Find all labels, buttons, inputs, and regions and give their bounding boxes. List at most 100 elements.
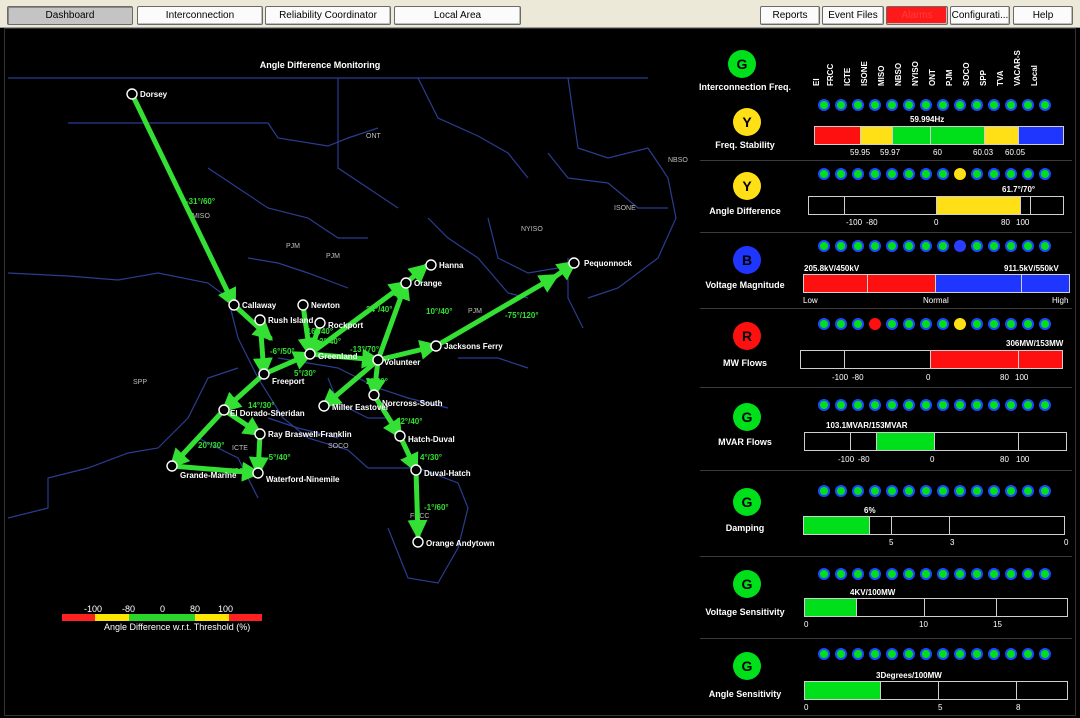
region-status-dot-icte[interactable] xyxy=(852,568,864,580)
region-status-dot-isone[interactable] xyxy=(869,648,881,660)
interconnection-status-indicator[interactable]: G xyxy=(728,50,756,78)
region-status-dot-isone[interactable] xyxy=(869,168,881,180)
region-status-dot-soco[interactable] xyxy=(971,318,983,330)
region-status-dot-miso[interactable] xyxy=(886,99,898,111)
region-status-dot-ei[interactable] xyxy=(818,568,830,580)
region-status-dot-vacar-s[interactable] xyxy=(1022,99,1034,111)
freq-stability-status-indicator[interactable]: Y xyxy=(733,108,761,136)
region-status-dot-icte[interactable] xyxy=(852,240,864,252)
region-status-dot-soco[interactable] xyxy=(971,399,983,411)
damping-region-dots[interactable] xyxy=(818,485,1051,497)
region-status-dot-frcc[interactable] xyxy=(835,568,847,580)
region-status-dot-ont[interactable] xyxy=(937,399,949,411)
region-status-dot-ei[interactable] xyxy=(818,168,830,180)
angle-difference-status-indicator[interactable]: Y xyxy=(733,172,761,200)
region-status-dot-miso[interactable] xyxy=(886,318,898,330)
region-status-dot-tva[interactable] xyxy=(1005,168,1017,180)
region-status-dot-ont[interactable] xyxy=(937,485,949,497)
region-status-dot-local[interactable] xyxy=(1039,568,1051,580)
angle-difference-map[interactable]: ONT MISO PJM PJM NYISO ISONE NBSO PJM SP… xyxy=(8,58,694,708)
region-status-dot-pjm[interactable] xyxy=(954,648,966,660)
angle-difference-region-dots[interactable] xyxy=(818,168,1051,180)
voltage-magnitude-status-indicator[interactable]: B xyxy=(733,246,761,274)
region-status-dot-ont[interactable] xyxy=(937,240,949,252)
region-status-dot-spp[interactable] xyxy=(988,568,1000,580)
region-status-dot-local[interactable] xyxy=(1039,399,1051,411)
help-button[interactable]: Help xyxy=(1013,6,1073,25)
region-status-dot-ei[interactable] xyxy=(818,318,830,330)
region-status-dot-spp[interactable] xyxy=(988,648,1000,660)
region-status-dot-icte[interactable] xyxy=(852,318,864,330)
region-status-dot-ei[interactable] xyxy=(818,648,830,660)
region-status-dot-nyiso[interactable] xyxy=(920,168,932,180)
voltage-sensitivity-region-dots[interactable] xyxy=(818,568,1051,580)
region-status-dot-pjm[interactable] xyxy=(954,485,966,497)
region-status-dot-vacar-s[interactable] xyxy=(1022,168,1034,180)
region-status-dot-spp[interactable] xyxy=(988,240,1000,252)
region-status-dot-miso[interactable] xyxy=(886,568,898,580)
region-status-dot-icte[interactable] xyxy=(852,99,864,111)
mw-flows-region-dots[interactable] xyxy=(818,318,1051,330)
region-status-dot-pjm[interactable] xyxy=(954,240,966,252)
event-files-button[interactable]: Event Files xyxy=(822,6,884,25)
region-status-dot-ont[interactable] xyxy=(937,648,949,660)
region-status-dot-local[interactable] xyxy=(1039,168,1051,180)
region-status-dot-nyiso[interactable] xyxy=(920,399,932,411)
region-status-dot-icte[interactable] xyxy=(852,648,864,660)
region-status-dot-spp[interactable] xyxy=(988,399,1000,411)
voltage-magnitude-region-dots[interactable] xyxy=(818,240,1051,252)
region-status-dot-ei[interactable] xyxy=(818,99,830,111)
region-status-dot-icte[interactable] xyxy=(852,485,864,497)
region-status-dot-pjm[interactable] xyxy=(954,318,966,330)
region-status-dot-soco[interactable] xyxy=(971,168,983,180)
region-status-dot-nbso[interactable] xyxy=(903,168,915,180)
region-status-dot-frcc[interactable] xyxy=(835,399,847,411)
region-status-dot-nyiso[interactable] xyxy=(920,648,932,660)
region-status-dot-spp[interactable] xyxy=(988,99,1000,111)
region-status-dot-ei[interactable] xyxy=(818,399,830,411)
region-status-dot-nbso[interactable] xyxy=(903,318,915,330)
region-status-dot-ont[interactable] xyxy=(937,568,949,580)
region-status-dot-nbso[interactable] xyxy=(903,648,915,660)
region-status-dot-frcc[interactable] xyxy=(835,318,847,330)
region-status-dot-tva[interactable] xyxy=(1005,99,1017,111)
region-status-dot-vacar-s[interactable] xyxy=(1022,399,1034,411)
region-status-dot-miso[interactable] xyxy=(886,168,898,180)
region-status-dot-spp[interactable] xyxy=(988,485,1000,497)
angle-sensitivity-region-dots[interactable] xyxy=(818,648,1051,660)
region-status-dot-vacar-s[interactable] xyxy=(1022,240,1034,252)
region-status-dot-frcc[interactable] xyxy=(835,648,847,660)
freq-stability-region-dots[interactable] xyxy=(818,99,1051,111)
region-status-dot-ont[interactable] xyxy=(937,99,949,111)
voltage-sensitivity-status-indicator[interactable]: G xyxy=(733,570,761,598)
region-status-dot-tva[interactable] xyxy=(1005,399,1017,411)
region-status-dot-nyiso[interactable] xyxy=(920,99,932,111)
region-status-dot-soco[interactable] xyxy=(971,240,983,252)
region-status-dot-local[interactable] xyxy=(1039,318,1051,330)
region-status-dot-nyiso[interactable] xyxy=(920,240,932,252)
region-status-dot-icte[interactable] xyxy=(852,399,864,411)
region-status-dot-ei[interactable] xyxy=(818,240,830,252)
region-status-dot-nbso[interactable] xyxy=(903,99,915,111)
mvar-flows-region-dots[interactable] xyxy=(818,399,1051,411)
mvar-flows-status-indicator[interactable]: G xyxy=(733,403,761,431)
region-status-dot-nbso[interactable] xyxy=(903,240,915,252)
region-status-dot-tva[interactable] xyxy=(1005,318,1017,330)
region-status-dot-isone[interactable] xyxy=(869,568,881,580)
region-status-dot-pjm[interactable] xyxy=(954,99,966,111)
region-status-dot-tva[interactable] xyxy=(1005,485,1017,497)
region-status-dot-pjm[interactable] xyxy=(954,168,966,180)
angle-sensitivity-status-indicator[interactable]: G xyxy=(733,652,761,680)
region-status-dot-pjm[interactable] xyxy=(954,568,966,580)
region-status-dot-ont[interactable] xyxy=(937,318,949,330)
mw-flows-status-indicator[interactable]: R xyxy=(733,322,761,350)
region-status-dot-local[interactable] xyxy=(1039,485,1051,497)
region-status-dot-frcc[interactable] xyxy=(835,485,847,497)
alarms-button[interactable]: Alarms xyxy=(886,6,948,25)
region-status-dot-vacar-s[interactable] xyxy=(1022,485,1034,497)
region-status-dot-tva[interactable] xyxy=(1005,648,1017,660)
region-status-dot-isone[interactable] xyxy=(869,318,881,330)
nav-local-area-button[interactable]: Local Area xyxy=(394,6,521,25)
damping-status-indicator[interactable]: G xyxy=(733,488,761,516)
region-status-dot-soco[interactable] xyxy=(971,99,983,111)
